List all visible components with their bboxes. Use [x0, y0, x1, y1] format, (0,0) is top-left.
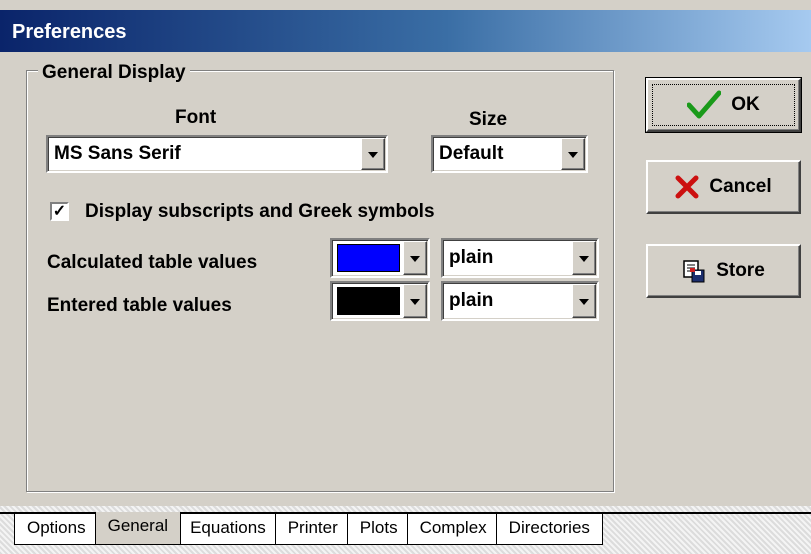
calculated-values-label: Calculated table values: [47, 252, 258, 273]
calculated-color-swatch: [337, 244, 400, 272]
cancel-x-icon: [675, 175, 699, 199]
entered-style-dropdown-button[interactable]: [572, 284, 596, 318]
store-label: Store: [716, 260, 765, 281]
tab-printer[interactable]: Printer: [274, 514, 351, 545]
font-select-value: MS Sans Serif: [54, 143, 181, 164]
calculated-style-dropdown-button[interactable]: [572, 241, 596, 275]
entered-color-swatch: [337, 287, 400, 315]
entered-values-label: Entered table values: [47, 295, 232, 316]
ok-focus-rect: [652, 84, 795, 126]
ok-button[interactable]: OK: [645, 77, 802, 133]
entered-color-select[interactable]: [330, 281, 430, 321]
size-label: Size: [469, 109, 508, 130]
entered-style-value: plain: [449, 290, 494, 311]
store-disk-icon: [683, 260, 705, 283]
font-dropdown-button[interactable]: [361, 138, 385, 170]
calculated-style-select[interactable]: plain: [441, 238, 599, 278]
size-select[interactable]: Default: [431, 135, 588, 173]
tab-options[interactable]: Options: [14, 514, 99, 545]
tab-plots[interactable]: Plots: [346, 514, 411, 545]
tab-directories[interactable]: Directories: [495, 514, 603, 545]
tabs-row: Options General Equations Printer Plots …: [14, 512, 603, 545]
store-button[interactable]: Store: [646, 244, 801, 298]
tab-general[interactable]: General: [94, 512, 182, 545]
calculated-style-value: plain: [449, 247, 494, 268]
general-display-legend: General Display: [38, 61, 190, 85]
calculated-color-select[interactable]: [330, 238, 430, 278]
greek-symbols-checkbox[interactable]: ✓: [50, 202, 69, 221]
greek-symbols-label: Display subscripts and Greek symbols: [85, 201, 435, 222]
window-title: Preferences: [12, 21, 127, 43]
cancel-button[interactable]: Cancel: [646, 160, 801, 214]
tab-complex[interactable]: Complex: [406, 514, 500, 545]
size-select-value: Default: [439, 143, 504, 164]
calculated-color-dropdown-button[interactable]: [403, 241, 427, 275]
font-label: Font: [175, 107, 217, 128]
size-dropdown-button[interactable]: [561, 138, 585, 170]
entered-style-select[interactable]: plain: [441, 281, 599, 321]
font-select[interactable]: MS Sans Serif: [46, 135, 388, 173]
tab-equations[interactable]: Equations: [177, 514, 279, 545]
entered-color-dropdown-button[interactable]: [403, 284, 427, 318]
cancel-label: Cancel: [709, 176, 772, 197]
